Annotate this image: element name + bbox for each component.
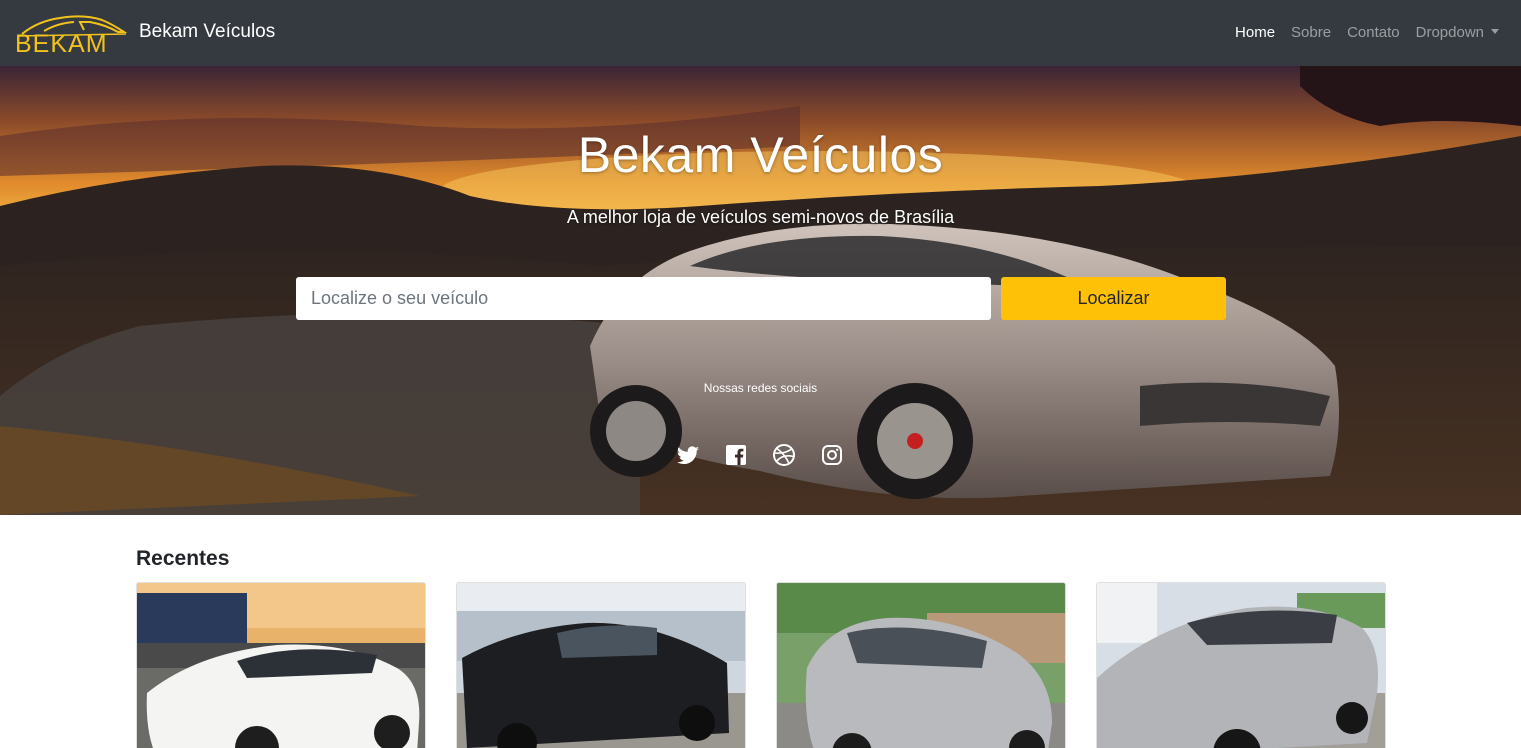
nav-menu: Home Sobre Contato Dropdown — [1235, 22, 1499, 44]
vehicle-card-3[interactable] — [776, 582, 1066, 748]
localizar-button[interactable]: Localizar — [1001, 277, 1226, 320]
nav-sobre[interactable]: Sobre — [1291, 22, 1331, 44]
nav-home[interactable]: Home — [1235, 22, 1275, 44]
facebook-icon[interactable] — [724, 443, 748, 467]
recentes-heading: Recentes — [136, 547, 230, 570]
caret-down-icon — [1491, 29, 1499, 34]
vehicle-card-2[interactable] — [456, 582, 746, 748]
twitter-icon[interactable] — [676, 443, 700, 467]
nav-contato[interactable]: Contato — [1347, 22, 1400, 44]
navbar: BEKAM Bekam Veículos Home Sobre Contato … — [0, 0, 1521, 66]
silver-sedan-photo — [1097, 583, 1385, 748]
dribbble-icon[interactable] — [772, 443, 796, 467]
social-links — [676, 443, 844, 467]
brand-name[interactable]: Bekam Veículos — [139, 20, 275, 44]
instagram-icon[interactable] — [820, 443, 844, 467]
vehicle-card-4[interactable] — [1096, 582, 1386, 748]
white-pickup-car-photo — [137, 583, 425, 748]
social-caption: Nossas redes sociais — [703, 381, 818, 395]
hero-title: Bekam Veículos — [577, 127, 944, 183]
vehicle-search-input[interactable] — [296, 277, 991, 320]
bekam-logo[interactable]: BEKAM — [14, 12, 128, 58]
nav-dropdown[interactable]: Dropdown — [1416, 22, 1499, 44]
nav-dropdown-label: Dropdown — [1415, 24, 1484, 41]
black-pickup-truck-photo — [457, 583, 745, 748]
vehicle-card-1[interactable] — [136, 582, 426, 748]
silver-hatchback-photo — [777, 583, 1065, 748]
hero-banner: Bekam Veículos A melhor loja de veículos… — [0, 66, 1521, 515]
hero-subtitle: A melhor loja de veículos semi-novos de … — [566, 207, 955, 227]
logo-text: BEKAM — [15, 30, 108, 58]
